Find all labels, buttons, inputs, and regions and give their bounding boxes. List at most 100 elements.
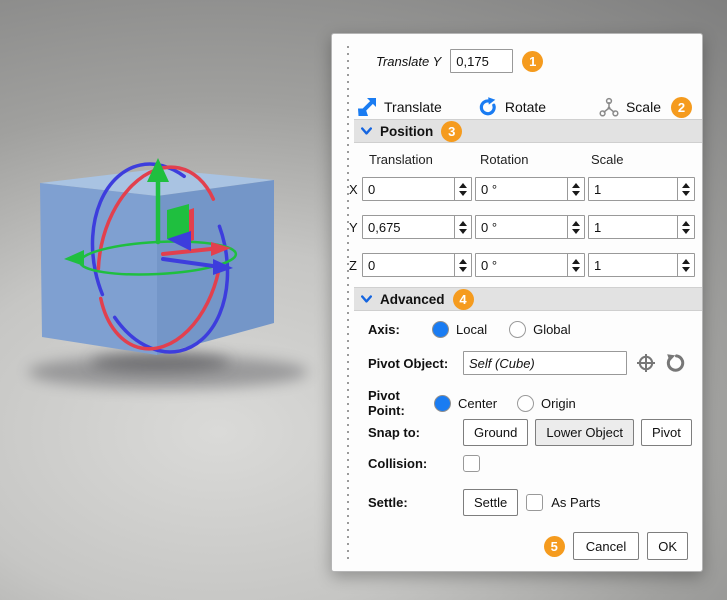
advanced-section-header[interactable]: Advanced 4: [354, 287, 702, 311]
translate-y-input[interactable]: [450, 49, 513, 73]
y-rotation-value: 0 °: [476, 216, 567, 238]
spinner-buttons[interactable]: [677, 254, 694, 276]
spin-up-icon: [572, 183, 580, 188]
radio-dot: [509, 321, 526, 338]
chevron-down-icon: [361, 127, 372, 135]
rotate-tool-button[interactable]: Rotate: [478, 97, 546, 117]
target-icon: [636, 353, 656, 373]
step-badge-3: 3: [441, 121, 462, 142]
pivot-object-label: Pivot Object:: [368, 356, 463, 371]
transform-panel: Translate Y 1 Translate Rotate: [331, 33, 703, 572]
pivot-point-center-radio[interactable]: Center: [434, 395, 497, 412]
spinner-buttons[interactable]: [454, 254, 471, 276]
step-badge-2: 2: [671, 97, 692, 118]
spinner-buttons[interactable]: [567, 216, 584, 238]
axis-local-radio[interactable]: Local: [432, 321, 487, 338]
scale-tool-label: Scale: [626, 99, 661, 115]
axis-row-label-x: X: [349, 182, 358, 197]
z-rotation-spinner[interactable]: 0 °: [475, 253, 585, 277]
z-scale-spinner[interactable]: 1: [588, 253, 695, 277]
advanced-section-title: Advanced: [380, 292, 445, 307]
axis-local-label: Local: [456, 322, 487, 337]
spin-down-icon: [572, 229, 580, 234]
spin-up-icon: [682, 183, 690, 188]
axis-label: Axis:: [368, 322, 432, 337]
pivot-point-origin-label: Origin: [541, 396, 576, 411]
spinner-buttons[interactable]: [567, 178, 584, 200]
as-parts-checkbox[interactable]: [526, 494, 543, 511]
x-scale-value: 1: [589, 178, 677, 200]
spin-down-icon: [682, 267, 690, 272]
pivot-point-center-label: Center: [458, 396, 497, 411]
x-rotation-spinner[interactable]: 0 °: [475, 177, 585, 201]
z-rotation-value: 0 °: [476, 254, 567, 276]
y-rotation-spinner[interactable]: 0 °: [475, 215, 585, 239]
collision-label: Collision:: [368, 456, 463, 471]
z-translation-spinner[interactable]: 0: [362, 253, 472, 277]
x-translation-spinner[interactable]: 0: [362, 177, 472, 201]
y-scale-spinner[interactable]: 1: [588, 215, 695, 239]
settle-label: Settle:: [368, 495, 463, 510]
column-header-translation: Translation: [369, 152, 433, 167]
step-badge-5: 5: [544, 536, 565, 557]
snap-lower-object-button[interactable]: Lower Object: [535, 419, 634, 446]
z-scale-value: 1: [589, 254, 677, 276]
x-scale-spinner[interactable]: 1: [588, 177, 695, 201]
translate-icon: [357, 97, 377, 117]
x-rotation-value: 0 °: [476, 178, 567, 200]
ok-button[interactable]: OK: [647, 532, 688, 560]
x-translation-value: 0: [363, 178, 454, 200]
spin-down-icon: [459, 229, 467, 234]
snap-ground-button[interactable]: Ground: [463, 419, 528, 446]
rotate-tool-label: Rotate: [505, 99, 546, 115]
pick-pivot-target-button[interactable]: [636, 353, 656, 373]
spinner-buttons[interactable]: [677, 216, 694, 238]
reset-pivot-button[interactable]: [665, 353, 686, 374]
spinner-buttons[interactable]: [567, 254, 584, 276]
spin-up-icon: [459, 259, 467, 264]
settle-button[interactable]: Settle: [463, 489, 518, 516]
cancel-button[interactable]: Cancel: [573, 532, 639, 560]
rotate-icon: [478, 97, 498, 117]
spinner-buttons[interactable]: [454, 178, 471, 200]
y-translation-spinner[interactable]: 0,675: [362, 215, 472, 239]
as-parts-label: As Parts: [551, 495, 600, 510]
translate-tool-button[interactable]: Translate: [357, 97, 442, 117]
scale-icon: [599, 97, 619, 117]
spin-up-icon: [459, 221, 467, 226]
axis-row-label-y: Y: [349, 220, 358, 235]
spin-down-icon: [572, 191, 580, 196]
active-tool-label: Translate Y: [376, 54, 441, 69]
scale-tool-button[interactable]: Scale: [599, 97, 661, 117]
spin-up-icon: [682, 259, 690, 264]
position-section-title: Position: [380, 124, 433, 139]
cube-shadow: [28, 352, 308, 389]
column-header-scale: Scale: [591, 152, 624, 167]
step-badge-1: 1: [522, 51, 543, 72]
spinner-buttons[interactable]: [677, 178, 694, 200]
axis-row-label-z: Z: [349, 258, 357, 273]
pivot-point-label: Pivot Point:: [368, 388, 434, 418]
chevron-down-icon: [361, 295, 372, 303]
panel-drag-handle[interactable]: [347, 46, 349, 559]
axis-global-radio[interactable]: Global: [509, 321, 571, 338]
rotate-ccw-icon: [665, 353, 686, 374]
pivot-point-origin-radio[interactable]: Origin: [517, 395, 576, 412]
radio-dot: [434, 395, 451, 412]
y-scale-value: 1: [589, 216, 677, 238]
spin-up-icon: [572, 221, 580, 226]
spin-up-icon: [459, 183, 467, 188]
z-translation-value: 0: [363, 254, 454, 276]
position-section-header[interactable]: Position 3: [354, 119, 702, 143]
pivot-object-input[interactable]: [463, 351, 627, 375]
column-header-rotation: Rotation: [480, 152, 528, 167]
spin-up-icon: [572, 259, 580, 264]
translate-tool-label: Translate: [384, 99, 442, 115]
spinner-buttons[interactable]: [454, 216, 471, 238]
step-badge-4: 4: [453, 289, 474, 310]
collision-checkbox[interactable]: [463, 455, 480, 472]
snap-pivot-button[interactable]: Pivot: [641, 419, 692, 446]
spin-up-icon: [682, 221, 690, 226]
spin-down-icon: [682, 229, 690, 234]
spin-down-icon: [682, 191, 690, 196]
